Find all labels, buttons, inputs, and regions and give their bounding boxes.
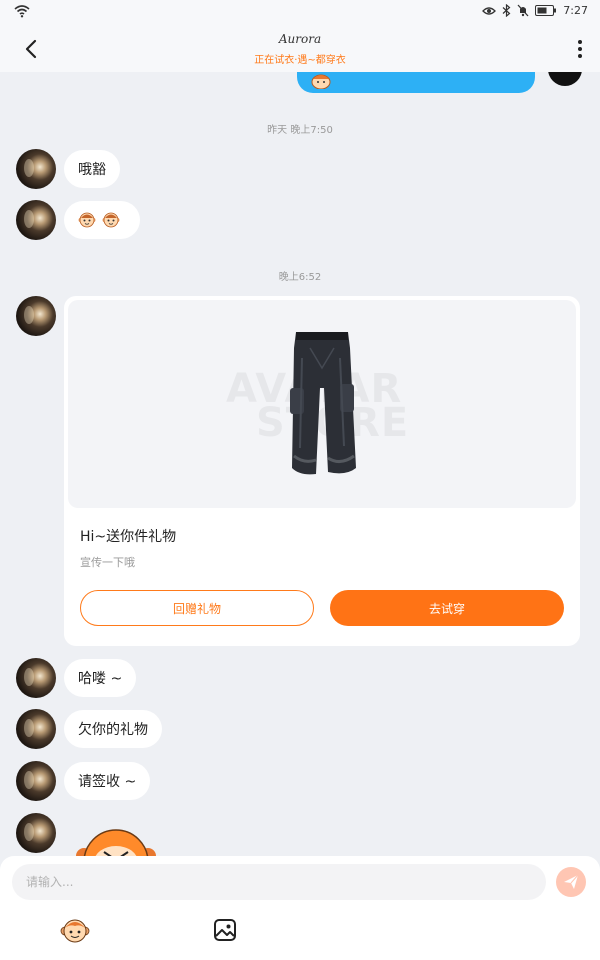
sticker-emoji-icon xyxy=(311,74,331,89)
cargo-pants-image xyxy=(290,332,356,475)
chat-messages[interactable]: 昨天 晚上7:50 哦豁 晚上6:52 AVATAR xyxy=(0,72,600,856)
contact-name: Aurora xyxy=(278,32,322,46)
try-on-button[interactable]: 去试穿 xyxy=(330,590,564,626)
eye-icon xyxy=(482,6,497,15)
bluetooth-icon xyxy=(502,4,511,17)
wifi-icon xyxy=(14,5,30,18)
avatar[interactable] xyxy=(16,149,56,189)
message-text: 哈喽 ~ xyxy=(78,671,123,687)
gift-description: 宣传一下哦 xyxy=(80,556,135,569)
monkey-sticker-icon[interactable] xyxy=(74,822,158,856)
send-button[interactable] xyxy=(556,867,586,897)
message-bubble[interactable]: 请签收 ~ xyxy=(64,762,151,800)
emoji-message-bubble[interactable] xyxy=(64,201,140,239)
avatar[interactable] xyxy=(16,709,56,749)
monkey-emoji-icon xyxy=(78,212,96,228)
avatar[interactable] xyxy=(16,200,56,240)
more-vertical-icon[interactable] xyxy=(576,38,584,60)
avatar[interactable] xyxy=(16,813,56,853)
image-icon[interactable] xyxy=(213,918,237,942)
avatar[interactable] xyxy=(16,761,56,801)
gift-title: Hi~送你件礼物 xyxy=(80,529,177,545)
battery-icon xyxy=(535,5,557,16)
message-text: 请签收 ~ xyxy=(78,774,137,790)
timestamp: 晚上6:52 xyxy=(278,272,322,283)
mute-icon xyxy=(517,4,529,17)
avatar[interactable] xyxy=(16,658,56,698)
status-icons: 7:27 xyxy=(482,4,588,17)
message-text: 哦豁 xyxy=(78,162,106,178)
message-bubble[interactable]: 哦豁 xyxy=(64,150,120,188)
avatar[interactable] xyxy=(16,296,56,336)
message-input[interactable] xyxy=(12,864,546,900)
timestamp: 昨天 晚上7:50 xyxy=(267,125,333,136)
return-gift-button[interactable]: 回赠礼物 xyxy=(80,590,314,626)
send-icon xyxy=(564,874,579,889)
message-bubble[interactable]: 欠你的礼物 xyxy=(64,710,162,748)
sent-message-bubble[interactable] xyxy=(297,72,535,93)
status-bar: 7:27 xyxy=(0,0,600,24)
gift-image[interactable]: AVATAR STORE xyxy=(68,300,576,508)
status-time: 7:27 xyxy=(563,4,588,17)
message-text: 欠你的礼物 xyxy=(78,722,148,738)
gift-card[interactable]: AVATAR STORE Hi~送你件礼物 宣传一下哦 回赠礼物 去试穿 xyxy=(64,296,580,646)
chat-header: Aurora 正在试衣·遇~都穿衣 xyxy=(0,24,600,72)
my-avatar[interactable] xyxy=(548,72,582,86)
message-bubble[interactable]: 哈喽 ~ xyxy=(64,659,137,697)
contact-status: 正在试衣·遇~都穿衣 xyxy=(254,55,346,66)
sticker-icon[interactable] xyxy=(60,916,90,944)
monkey-emoji-icon xyxy=(102,212,120,228)
message-composer xyxy=(0,856,600,960)
